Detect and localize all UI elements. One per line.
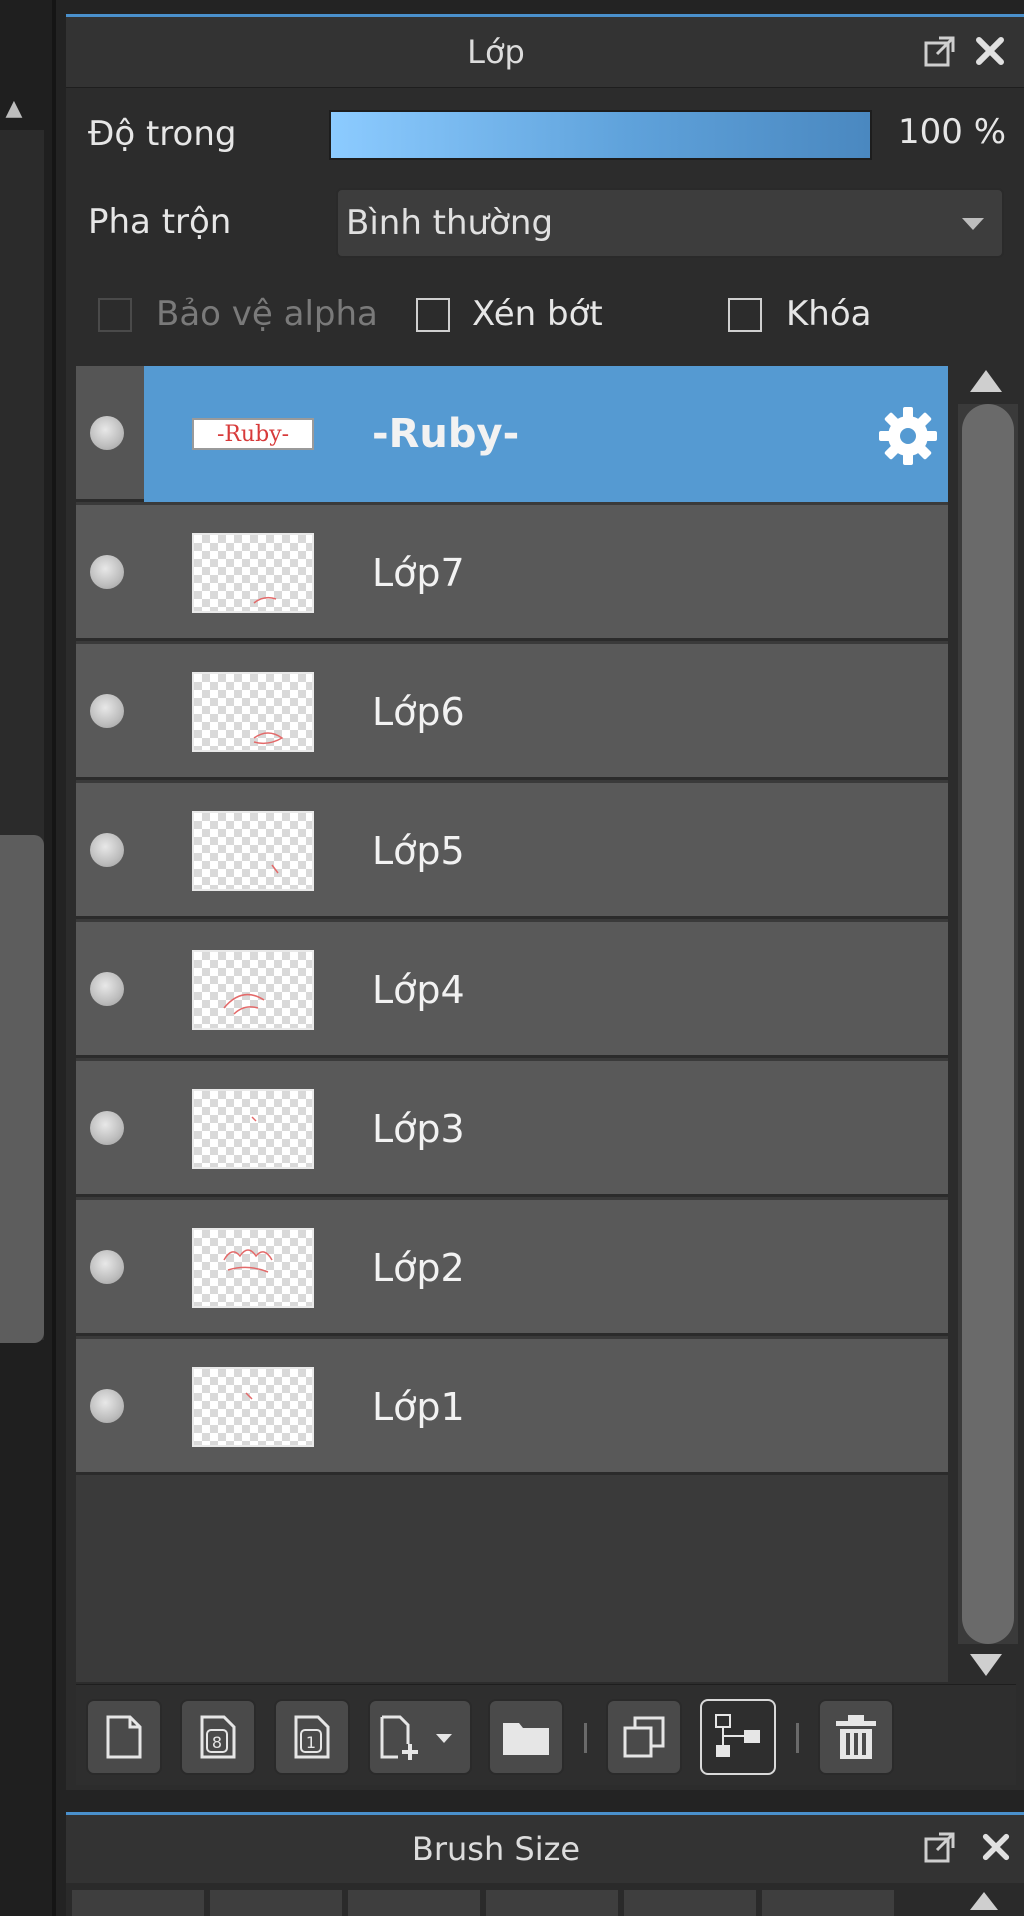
brush-size-cell[interactable] <box>72 1890 204 1916</box>
lock-checkbox[interactable] <box>728 298 762 332</box>
panel-divider[interactable] <box>52 0 56 1916</box>
new-layer-icon <box>106 1715 142 1759</box>
new-1bit-layer-button[interactable]: 1 <box>274 1699 350 1775</box>
chevron-down-icon <box>962 218 984 230</box>
layer-thumbnail <box>192 950 314 1030</box>
visibility-toggle-icon[interactable] <box>90 833 124 867</box>
blend-mode-select[interactable]: Bình thường <box>336 188 1004 258</box>
layer-name: Lớp3 <box>372 1107 465 1151</box>
new-8bit-layer-button[interactable]: 8 <box>180 1699 256 1775</box>
layer-name: Lớp6 <box>372 690 465 734</box>
undock-icon[interactable] <box>920 31 960 71</box>
layer-name: Lớp1 <box>372 1385 465 1429</box>
layer-row-6[interactable]: Lớp6 <box>76 644 948 780</box>
visibility-toggle-icon[interactable] <box>90 694 124 728</box>
scrollbar-track[interactable] <box>958 404 1018 1644</box>
brush-size-cell[interactable] <box>348 1890 480 1916</box>
layer-row-3[interactable]: Lớp3 <box>76 1061 948 1197</box>
add-layer-dropdown-icon <box>380 1715 452 1760</box>
duplicate-layer-button[interactable] <box>606 1699 682 1775</box>
brush-size-panel-title: Brush Size <box>411 1830 581 1868</box>
opacity-slider[interactable] <box>329 110 872 160</box>
new-1bit-layer-icon: 1 <box>294 1715 330 1759</box>
new-8bit-layer-icon: 8 <box>200 1715 236 1759</box>
visibility-toggle-icon[interactable] <box>90 1250 124 1284</box>
layer-thumbnail <box>192 672 314 752</box>
layer-toolbar: 8 1 <box>76 1684 1016 1785</box>
layer-row-4[interactable]: Lớp4 <box>76 922 948 1058</box>
svg-text:1: 1 <box>306 1733 316 1752</box>
layer-row-2[interactable]: Lớp2 <box>76 1200 948 1336</box>
add-layer-dropdown-button[interactable] <box>368 1699 472 1775</box>
brush-size-cell[interactable] <box>762 1890 894 1916</box>
layer-row-7[interactable]: Lớp7 <box>76 505 948 641</box>
merge-down-button[interactable] <box>700 1699 776 1775</box>
layer-thumbnail <box>192 533 314 613</box>
toolbar-separator <box>796 1723 799 1753</box>
clipping-checkbox[interactable] <box>416 298 450 332</box>
layer-row-5[interactable]: Lớp5 <box>76 783 948 919</box>
layer-thumbnail <box>192 811 314 891</box>
svg-text:8: 8 <box>212 1733 222 1752</box>
left-scrollbar-thumb[interactable] <box>0 835 44 1343</box>
opacity-value: 100 % <box>898 112 1007 152</box>
layers-panel-title: Lớp <box>467 33 525 71</box>
layer-list-scrollbar[interactable] <box>952 364 1024 1680</box>
left-scroll-up-icon[interactable]: ▲ <box>0 96 28 121</box>
scroll-up-icon[interactable] <box>970 370 1002 392</box>
new-layer-button[interactable] <box>86 1699 162 1775</box>
layer-row-1[interactable]: Lớp1 <box>76 1339 948 1475</box>
layer-name: Lớp2 <box>372 1246 465 1290</box>
blend-mode-value: Bình thường <box>346 203 554 243</box>
layer-thumbnail <box>192 1228 314 1308</box>
visibility-toggle-icon[interactable] <box>90 555 124 589</box>
visibility-toggle-icon[interactable] <box>90 1389 124 1423</box>
protect-alpha-checkbox[interactable] <box>98 298 132 332</box>
close-icon[interactable] <box>978 1829 1014 1865</box>
visibility-toggle-icon[interactable] <box>90 1111 124 1145</box>
clipping-label: Xén bớt <box>472 294 603 334</box>
folder-icon <box>503 1723 549 1755</box>
merge-down-icon <box>715 1714 760 1757</box>
scroll-up-icon[interactable] <box>970 1892 998 1910</box>
visibility-toggle-icon[interactable] <box>90 972 124 1006</box>
layer-thumbnail <box>192 1089 314 1169</box>
trash-icon <box>836 1715 876 1759</box>
layer-name: Lớp7 <box>372 551 465 595</box>
layers-panel-titlebar[interactable]: Lớp <box>66 17 1024 88</box>
duplicate-layer-icon <box>623 1716 665 1758</box>
layer-name: Lớp5 <box>372 829 465 873</box>
brush-size-cell[interactable] <box>210 1890 342 1916</box>
layer-name: -Ruby- <box>372 411 520 457</box>
layer-row-ruby[interactable]: -Ruby- -Ruby- <box>76 366 948 502</box>
brush-size-cell[interactable] <box>624 1890 756 1916</box>
opacity-label: Độ trong <box>88 114 237 154</box>
blend-mode-label: Pha trộn <box>88 202 232 242</box>
close-icon[interactable] <box>970 31 1010 71</box>
toolbar-separator <box>584 1723 587 1753</box>
new-folder-button[interactable] <box>488 1699 564 1775</box>
brush-size-cell[interactable] <box>486 1890 618 1916</box>
lock-label: Khóa <box>786 294 872 334</box>
layer-thumbnail <box>192 1367 314 1447</box>
visibility-toggle-icon[interactable] <box>90 416 124 450</box>
scroll-down-icon[interactable] <box>970 1654 1002 1676</box>
scrollbar-thumb[interactable] <box>962 404 1014 1644</box>
delete-layer-button[interactable] <box>818 1699 894 1775</box>
gear-icon[interactable] <box>876 404 940 468</box>
layer-thumbnail: -Ruby- <box>192 418 314 450</box>
layer-name: Lớp4 <box>372 968 465 1012</box>
protect-alpha-label: Bảo vệ alpha <box>156 294 378 334</box>
undock-icon[interactable] <box>920 1827 960 1867</box>
